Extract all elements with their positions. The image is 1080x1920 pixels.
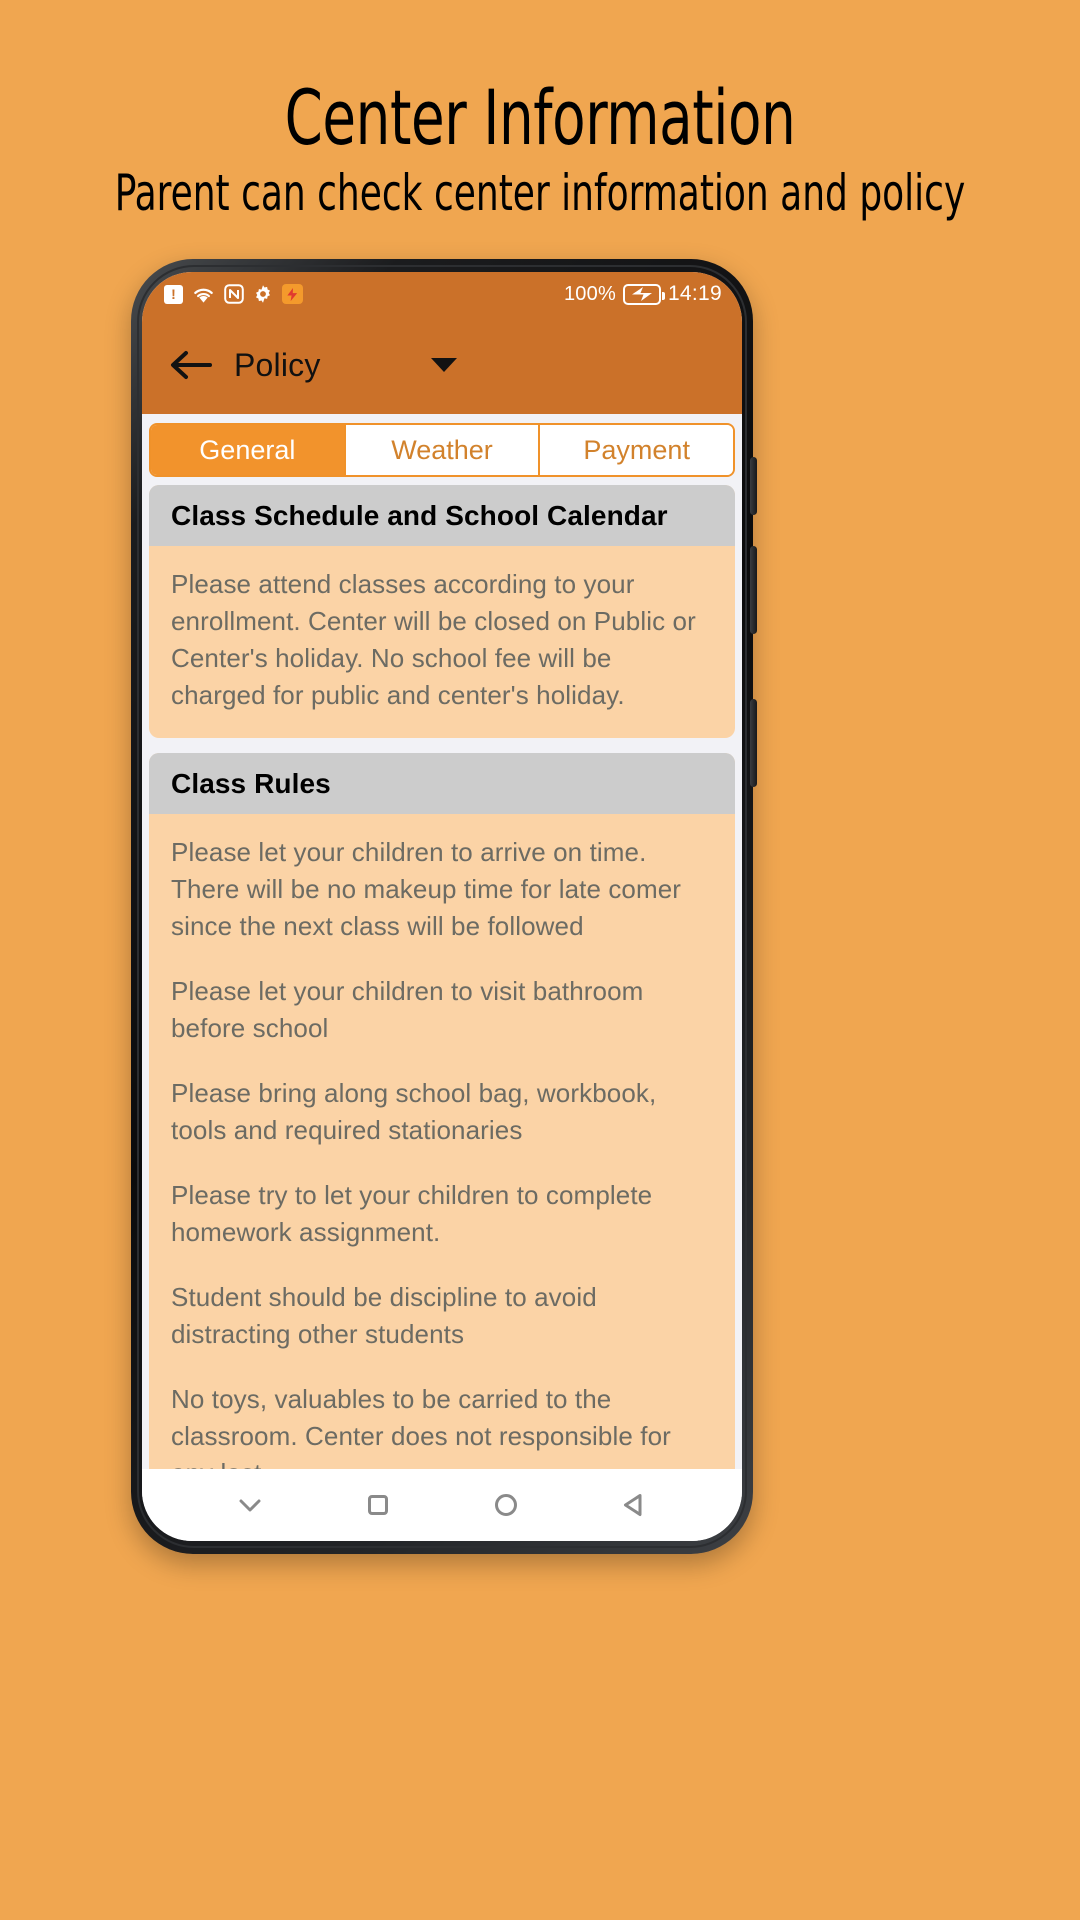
tab-payment[interactable]: Payment — [538, 425, 733, 475]
app-icon — [282, 284, 303, 304]
section-header: Class Schedule and School Calendar — [149, 485, 735, 546]
tab-weather[interactable]: Weather — [343, 425, 539, 475]
phone-screen: ! 100% 14:19 Policy General Weather Paym… — [142, 272, 742, 1541]
section-card-class-schedule: Class Schedule and School Calendar Pleas… — [149, 485, 735, 738]
tab-bar: General Weather Payment — [142, 414, 742, 485]
home-circle-icon[interactable] — [489, 1488, 523, 1522]
policy-paragraph: Please bring along school bag, workbook,… — [171, 1078, 657, 1145]
policy-content[interactable]: Class Schedule and School Calendar Pleas… — [142, 485, 742, 1469]
phone-mockup: ! 100% 14:19 Policy General Weather Paym… — [131, 259, 757, 1554]
status-bar-right: 100% 14:19 — [564, 282, 722, 306]
policy-paragraph: Please let your children to arrive on ti… — [171, 837, 682, 941]
wifi-icon — [194, 288, 213, 303]
section-body: Please let your children to arrive on ti… — [149, 814, 735, 1469]
chevron-down-icon[interactable] — [430, 358, 457, 372]
app-bar: Policy — [142, 316, 742, 414]
hide-keyboard-icon[interactable] — [233, 1488, 267, 1522]
sim-alert-icon: ! — [164, 284, 183, 304]
back-arrow-icon[interactable] — [168, 345, 214, 385]
policy-paragraph: Please attend classes according to your … — [171, 569, 696, 710]
policy-paragraph: Please let your children to visit bathro… — [171, 976, 644, 1043]
page-subtitle: Parent can check center information and … — [114, 164, 966, 222]
app-bar-title: Policy — [234, 346, 321, 383]
section-header: Class Rules — [149, 753, 735, 814]
clock-label: 14:19 — [667, 282, 722, 305]
policy-paragraph: Please try to let your children to compl… — [171, 1180, 653, 1247]
tab-group: General Weather Payment — [149, 423, 735, 477]
status-bar: ! 100% 14:19 — [142, 272, 742, 316]
volume-up-button — [750, 546, 757, 634]
android-navigation-bar — [142, 1469, 742, 1541]
policy-paragraph: No toys, valuables to be carried to the … — [171, 1384, 671, 1469]
status-bar-left-icons: ! — [164, 284, 303, 304]
tab-general[interactable]: General — [151, 425, 344, 475]
section-card-class-rules: Class Rules Please let your children to … — [149, 753, 735, 1469]
battery-percent-label: 100% — [563, 282, 616, 305]
back-triangle-icon[interactable] — [617, 1488, 651, 1522]
nfc-icon — [224, 284, 244, 304]
charging-battery-icon — [622, 283, 665, 305]
gear-icon — [256, 285, 270, 303]
volume-down-button — [750, 699, 757, 787]
power-button — [750, 457, 757, 515]
page-title: Center Information — [284, 73, 796, 162]
policy-paragraph: Student should be discipline to avoid di… — [171, 1282, 597, 1349]
recents-square-icon[interactable] — [361, 1488, 395, 1522]
section-body: Please attend classes according to your … — [149, 546, 735, 738]
